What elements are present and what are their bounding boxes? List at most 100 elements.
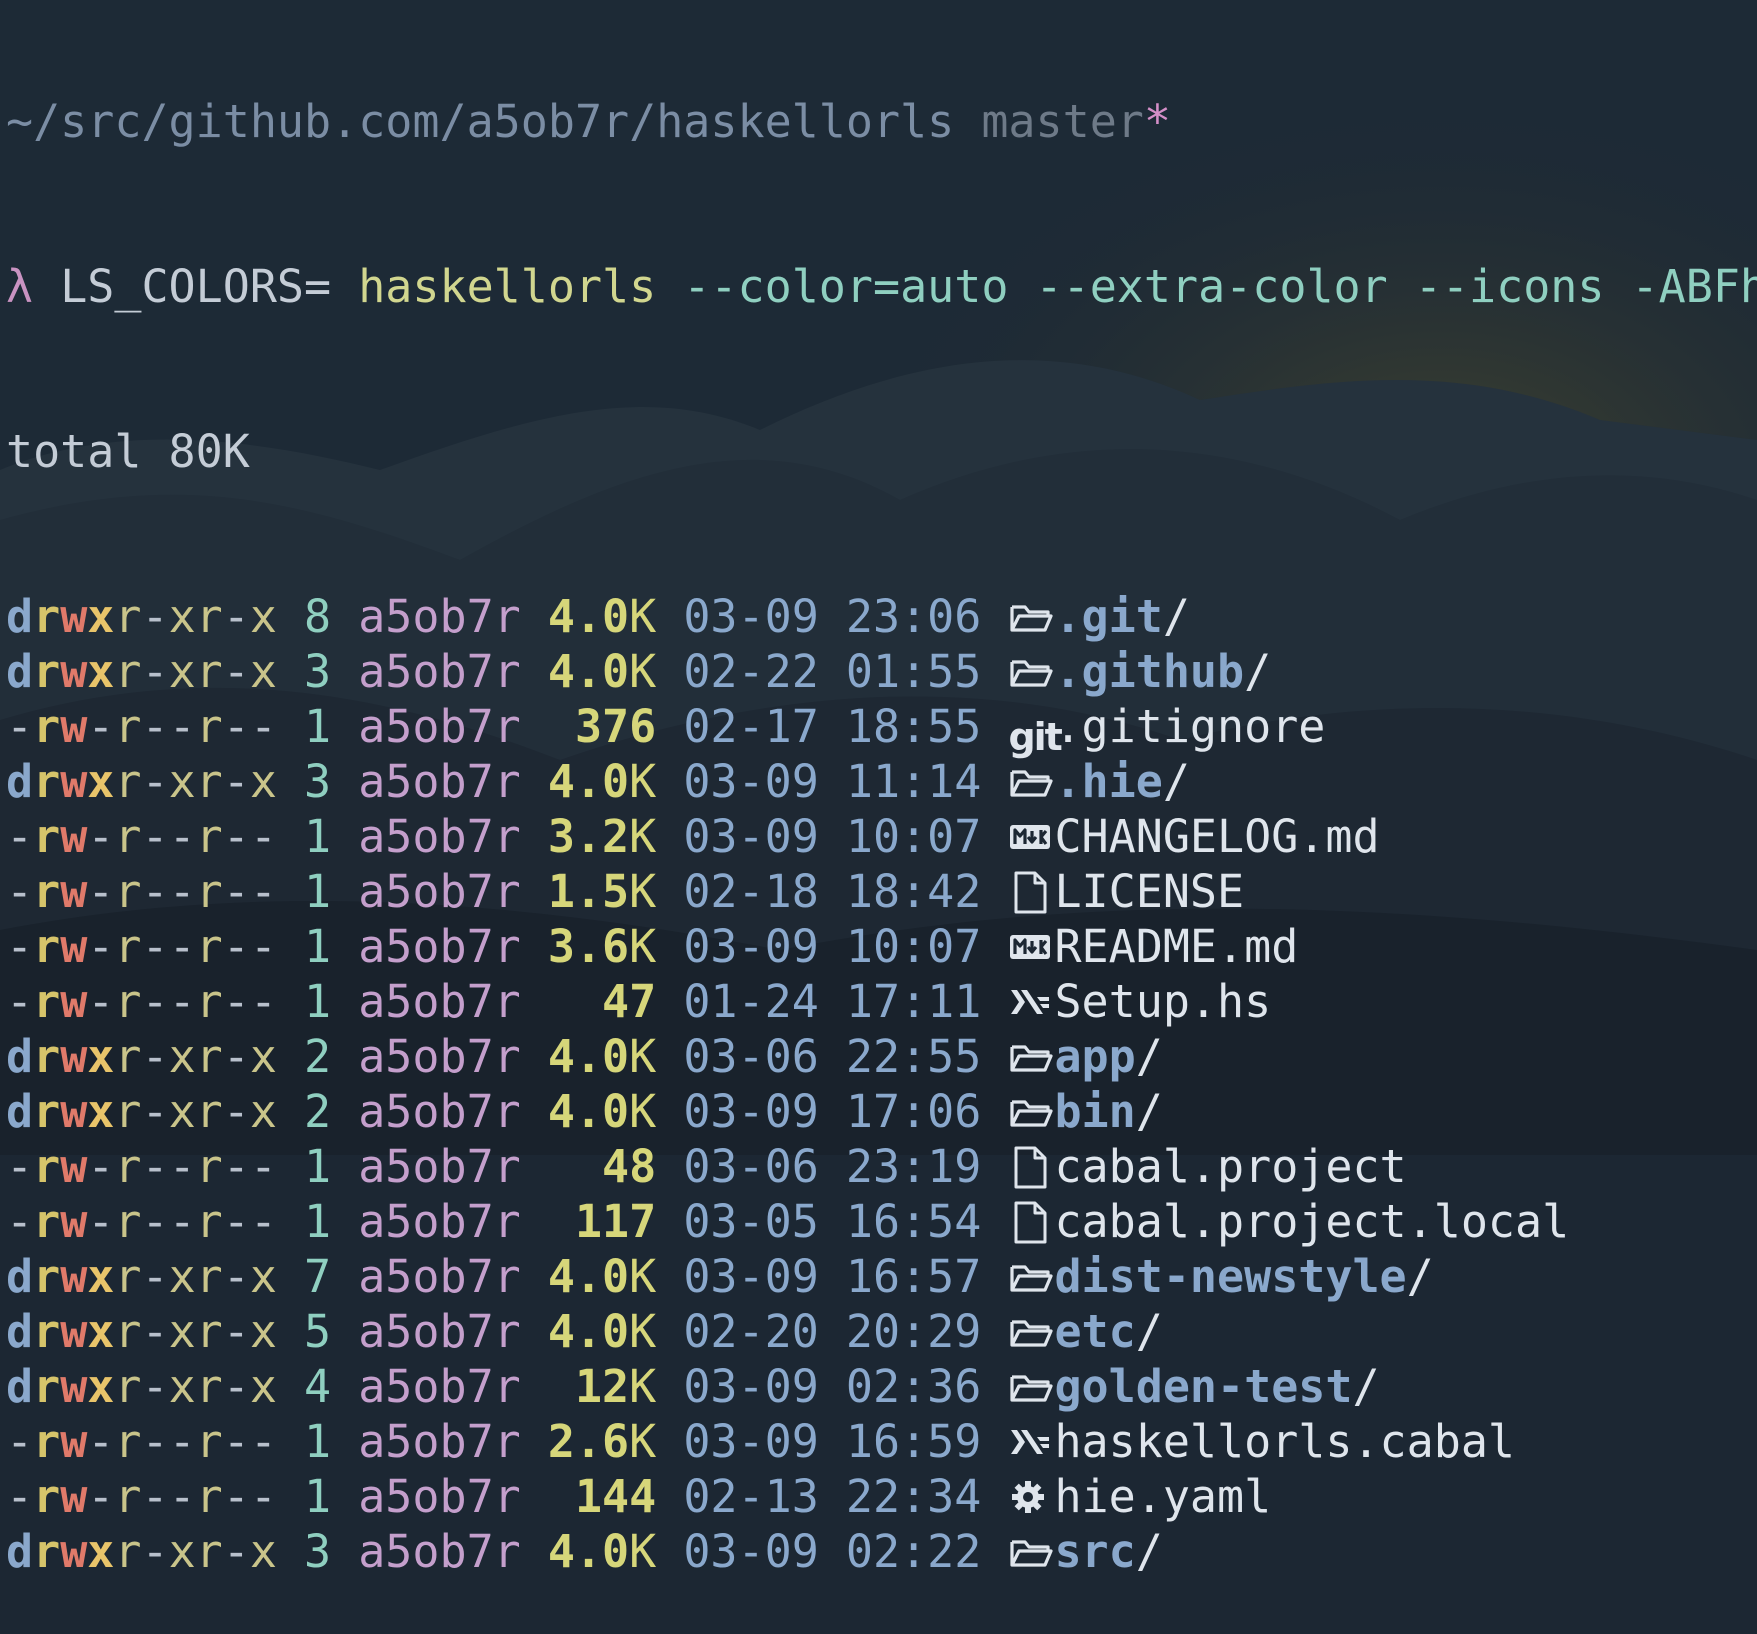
owner: a5ob7r — [358, 700, 521, 753]
file-name[interactable]: .gitignore — [1054, 700, 1325, 753]
listing-row[interactable]: -rw-r--r-- 1 a5ob7r 376 02-17 18:55 git.… — [6, 699, 1757, 759]
file-name[interactable]: cabal.project — [1054, 1140, 1406, 1193]
permissions: -rw-r--r-- — [6, 1195, 277, 1248]
listing-row[interactable]: -rw-r--r-- 1 a5ob7r 2.6K 03-09 16:59 has… — [6, 1414, 1757, 1469]
listing-row[interactable]: drwxr-xr-x 5 a5ob7r 4.0K 02-20 20:29 etc… — [6, 1304, 1757, 1359]
listing-row[interactable]: drwxr-xr-x 7 a5ob7r 4.0K 03-09 16:57 dis… — [6, 1249, 1757, 1304]
file-size: 47 — [547, 975, 657, 1028]
file-name[interactable]: bin — [1054, 1085, 1135, 1138]
link-count: 1 — [304, 1470, 332, 1523]
file-icon — [1008, 870, 1054, 915]
size-unit: K — [629, 1030, 657, 1083]
modified-date: 03-09 23:06 — [683, 590, 982, 643]
file-name[interactable]: .github — [1054, 645, 1244, 698]
file-name[interactable]: cabal.project.local — [1054, 1195, 1569, 1248]
permissions: drwxr-xr-x — [6, 1525, 277, 1578]
env-assignment: LS_COLORS= — [60, 260, 332, 313]
file-name[interactable]: dist-newstyle — [1054, 1250, 1406, 1303]
file-size: 3.6 — [547, 920, 630, 973]
listing-row[interactable]: drwxr-xr-x 3 a5ob7r 4.0K 02-22 01:55 .gi… — [6, 644, 1757, 699]
owner: a5ob7r — [358, 1085, 521, 1138]
file-name[interactable]: .hie — [1054, 755, 1162, 808]
gear-icon — [1008, 1475, 1054, 1520]
listing-row[interactable]: drwxr-xr-x 4 a5ob7r 12K 03-09 02:36 gold… — [6, 1359, 1757, 1414]
file-name[interactable]: README.md — [1054, 920, 1298, 973]
markdown-icon — [1008, 815, 1054, 860]
git-dirty-marker: * — [1143, 95, 1171, 148]
file-name[interactable]: Setup.hs — [1054, 975, 1271, 1028]
owner: a5ob7r — [358, 1140, 521, 1193]
file-name[interactable]: etc — [1054, 1305, 1135, 1358]
file-name[interactable]: golden-test — [1054, 1360, 1352, 1413]
dir-suffix: / — [1135, 1305, 1163, 1358]
file-size: 3.2 — [547, 810, 630, 863]
link-count: 3 — [304, 1525, 332, 1578]
listing-row[interactable]: drwxr-xr-x 2 a5ob7r 4.0K 03-06 22:55 app… — [6, 1029, 1757, 1084]
permissions: drwxr-xr-x — [6, 1305, 277, 1358]
owner: a5ob7r — [358, 1195, 521, 1248]
file-name[interactable]: LICENSE — [1054, 865, 1244, 918]
size-unit: K — [629, 920, 657, 973]
owner: a5ob7r — [358, 590, 521, 643]
command-line[interactable]: λ LS_COLORS= haskellorls --color=auto --… — [6, 259, 1757, 314]
current-path: ~/src/github.com/a5ob7r/haskellorls — [6, 95, 955, 148]
command-program: haskellorls — [358, 260, 657, 313]
listing-row[interactable]: -rw-r--r-- 1 a5ob7r 47 01-24 17:11 Setup… — [6, 974, 1757, 1029]
file-name[interactable]: CHANGELOG.md — [1054, 810, 1379, 863]
file-name[interactable]: app — [1054, 1030, 1135, 1083]
permissions: -rw-r--r-- — [6, 1470, 277, 1523]
file-name[interactable]: src — [1054, 1525, 1135, 1578]
file-size: 2.6 — [547, 1415, 630, 1468]
folder-icon — [1008, 1090, 1054, 1135]
prompt-symbol: λ — [6, 260, 34, 313]
size-unit: K — [629, 1415, 657, 1468]
file-size: 376 — [547, 700, 657, 753]
listing-row[interactable]: drwxr-xr-x 3 a5ob7r 4.0K 03-09 02:22 src… — [6, 1524, 1757, 1579]
listing-row[interactable]: -rw-r--r-- 1 a5ob7r 1.5K 02-18 18:42 LIC… — [6, 864, 1757, 919]
command-args: --color=auto --extra-color --icons -ABFh… — [683, 260, 1757, 313]
link-count: 3 — [304, 755, 332, 808]
dir-suffix: / — [1135, 1085, 1163, 1138]
dir-suffix: / — [1135, 1525, 1163, 1578]
file-name[interactable]: haskellorls.cabal — [1054, 1415, 1515, 1468]
size-unit: K — [629, 1305, 657, 1358]
modified-date: 03-09 17:06 — [683, 1085, 982, 1138]
file-size: 4.0 — [547, 1525, 630, 1578]
file-size: 4.0 — [547, 1030, 630, 1083]
modified-date: 02-20 20:29 — [683, 1305, 982, 1358]
owner: a5ob7r — [358, 975, 521, 1028]
listing-row[interactable]: -rw-r--r-- 1 a5ob7r 3.6K 03-09 10:07 REA… — [6, 919, 1757, 974]
link-count: 1 — [304, 1415, 332, 1468]
folder-icon — [1008, 1530, 1054, 1575]
size-unit: K — [629, 645, 657, 698]
haskell-icon — [1008, 1420, 1054, 1465]
file-size: 144 — [547, 1470, 657, 1523]
owner: a5ob7r — [358, 645, 521, 698]
modified-date: 03-09 16:57 — [683, 1250, 982, 1303]
link-count: 2 — [304, 1085, 332, 1138]
permissions: drwxr-xr-x — [6, 1030, 277, 1083]
permissions: -rw-r--r-- — [6, 700, 277, 753]
link-count: 1 — [304, 700, 332, 753]
modified-date: 03-06 23:19 — [683, 1140, 982, 1193]
permissions: drwxr-xr-x — [6, 755, 277, 808]
size-unit: K — [629, 1525, 657, 1578]
link-count: 1 — [304, 810, 332, 863]
permissions: -rw-r--r-- — [6, 1140, 277, 1193]
modified-date: 03-09 02:36 — [683, 1360, 982, 1413]
listing-row[interactable]: -rw-r--r-- 1 a5ob7r 48 03-06 23:19 cabal… — [6, 1139, 1757, 1194]
file-size: 1.5 — [547, 865, 630, 918]
dir-suffix: / — [1244, 645, 1272, 698]
listing-row[interactable]: drwxr-xr-x 2 a5ob7r 4.0K 03-09 17:06 bin… — [6, 1084, 1757, 1139]
file-name[interactable]: .git — [1054, 590, 1162, 643]
listing-row[interactable]: drwxr-xr-x 3 a5ob7r 4.0K 03-09 11:14 .hi… — [6, 754, 1757, 809]
listing-row[interactable]: -rw-r--r-- 1 a5ob7r 3.2K 03-09 10:07 CHA… — [6, 809, 1757, 864]
owner: a5ob7r — [358, 1525, 521, 1578]
prompt-line: ~/src/github.com/a5ob7r/haskellorls mast… — [6, 94, 1757, 149]
file-name[interactable]: hie.yaml — [1054, 1470, 1271, 1523]
git-branch: master — [981, 95, 1144, 148]
listing-row[interactable]: drwxr-xr-x 8 a5ob7r 4.0K 03-09 23:06 .gi… — [6, 589, 1757, 644]
listing-row[interactable]: -rw-r--r-- 1 a5ob7r 117 03-05 16:54 caba… — [6, 1194, 1757, 1249]
listing-row[interactable]: -rw-r--r-- 1 a5ob7r 144 02-13 22:34 hie.… — [6, 1469, 1757, 1524]
folder-icon — [1008, 760, 1054, 805]
